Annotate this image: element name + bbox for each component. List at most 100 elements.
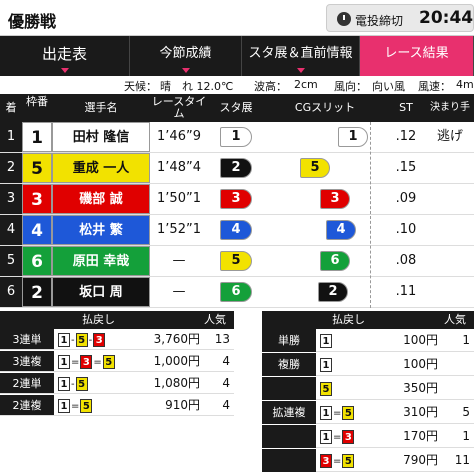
race-time: 1’46”9 [157, 129, 201, 144]
racer-name: 田村 隆信 [52, 122, 150, 152]
lane-cell: 4 [22, 215, 52, 245]
boat-number-box: 5 [75, 376, 88, 391]
weather-bar: 天候： 晴 れ 12.0℃ 波高： 2cm 風向： 向い風 風速： 4m [0, 76, 474, 94]
lane-cell: 1 [22, 122, 52, 152]
boat-number-box: 1 [58, 376, 70, 391]
popularity: 13 [214, 332, 230, 346]
start-exhibition-boat: 6 [220, 282, 252, 302]
result-row: 3 3 磯部 誠 1’50”1 3 3.09 [0, 184, 474, 215]
boat-number-box: 5 [342, 405, 355, 420]
boat-number-box: 5 [342, 453, 355, 468]
col-cg-slit: CGスリット [264, 94, 386, 122]
windspeed-label: 風速： [418, 80, 451, 93]
tab-session-results[interactable]: 今節成績 [130, 36, 242, 76]
combo-separator: = [93, 357, 102, 368]
rank-cell: 1 [0, 122, 22, 152]
popularity: 4 [222, 398, 230, 412]
cg-slit-boat: 5 [300, 158, 330, 178]
chevron-down-icon [181, 68, 190, 73]
bet-type-label-spacer [262, 377, 316, 400]
kimarite-value [426, 215, 474, 245]
popular-label: 人気 [204, 313, 226, 326]
st-value: .10 [395, 222, 417, 237]
cg-slit-boat: 3 [320, 189, 350, 209]
bet-type-label: 単勝 [262, 329, 316, 352]
boat-number-box: 3 [320, 453, 332, 468]
rank-cell: 4 [0, 215, 22, 245]
boat-number-box: 1 [320, 333, 332, 348]
refund-label: 払戻し [82, 313, 115, 326]
payout-amount: 1,080円 [153, 376, 200, 390]
payout-row: 5 350円 [262, 377, 474, 400]
lane-cell: 3 [22, 184, 52, 214]
combination: 1 [320, 353, 332, 376]
combo-separator: = [333, 408, 342, 419]
combo-separator: - [71, 379, 75, 390]
col-start-exhibition: スタ展 [208, 94, 264, 122]
boat-number-box: 1 [320, 357, 332, 372]
boat-number-box: 1 [58, 354, 70, 369]
tab-race-results[interactable]: レース結果 [360, 36, 474, 76]
payout-amount: 100円 [403, 357, 438, 371]
bet-type-label-spacer [262, 425, 316, 448]
rank-cell: 6 [0, 277, 22, 307]
bet-type-label: 3連単 [0, 329, 54, 349]
combination: 1 [320, 329, 332, 352]
race-time: — [172, 284, 186, 299]
weather-label: 天候： [124, 80, 157, 93]
wind-label: 風向： [334, 80, 367, 93]
cg-slit-boat: 1 [338, 127, 368, 147]
payout-row: 拡連複 1 = 5 310円 5 [262, 401, 474, 424]
tab-start-exhibition[interactable]: スタ展＆直前情報 [242, 36, 360, 76]
lane-cell: 5 [22, 153, 52, 183]
payout-row: 2連複 1 = 5 910円 4 [0, 395, 234, 416]
st-value: .15 [395, 160, 417, 175]
slit-line [370, 122, 371, 308]
bet-type-label: 拡連複 [262, 401, 316, 424]
combination: 3 = 5 [320, 449, 355, 473]
payout-row: 3 = 5 790円 11 [262, 449, 474, 472]
result-row: 1 1 田村 隆信 1’46”9 1 1.12 逃げ [0, 122, 474, 153]
popularity: 4 [222, 376, 230, 390]
boat-number-box: 3 [342, 429, 355, 444]
start-exhibition-boat: 1 [220, 127, 252, 147]
race-title: 優勝戦 [8, 12, 57, 31]
popular-label: 人気 [444, 313, 466, 326]
col-rank: 着 [0, 94, 22, 122]
popularity: 1 [462, 429, 470, 443]
tab-bar: 出走表 今節成績 スタ展＆直前情報 レース結果 [0, 36, 474, 76]
result-row: 4 4 松井 繁 1’52”1 4 4.10 [0, 215, 474, 246]
deadline-time: 20:44 [419, 8, 474, 28]
kimarite-value [426, 153, 474, 183]
combo-separator: = [333, 456, 342, 467]
kimarite-value [426, 184, 474, 214]
combination: 1 = 5 [320, 401, 355, 425]
boat-number-box: 5 [102, 354, 115, 369]
payout-row: 3連単 1-5-3 3,760円 13 [0, 329, 234, 350]
combo-separator: = [71, 401, 80, 412]
payout-amount: 170円 [403, 429, 438, 443]
rank-cell: 2 [0, 153, 22, 183]
payout-left-header: 払戻し 人気 [0, 311, 234, 329]
racer-name: 重成 一人 [52, 153, 150, 183]
result-row: 6 2 坂口 周 —6 2.11 [0, 277, 474, 308]
cg-slit-boat: 2 [318, 282, 348, 302]
combination: 1 = 5 [58, 395, 93, 417]
combination: 5 [320, 377, 332, 400]
payout-row: 複勝 1 100円 [262, 353, 474, 376]
rank-cell: 3 [0, 184, 22, 214]
st-value: .11 [395, 284, 417, 299]
payout-amount: 1,000円 [153, 354, 200, 368]
wave-value: 2cm [294, 78, 318, 91]
refund-label: 払戻し [332, 313, 365, 326]
tab-entry-list[interactable]: 出走表 [0, 36, 130, 76]
combination: 1 = 3 [320, 425, 355, 449]
deadline-box: 電投締切 20:44 [326, 4, 474, 32]
payout-amount: 350円 [403, 381, 438, 395]
popularity: 5 [462, 405, 470, 419]
racer-name: 磯部 誠 [52, 184, 150, 214]
rank-cell: 5 [0, 246, 22, 276]
col-kimarite: 決まり手 [426, 94, 474, 122]
st-value: .12 [395, 129, 417, 144]
cg-slit-boat: 4 [326, 220, 356, 240]
